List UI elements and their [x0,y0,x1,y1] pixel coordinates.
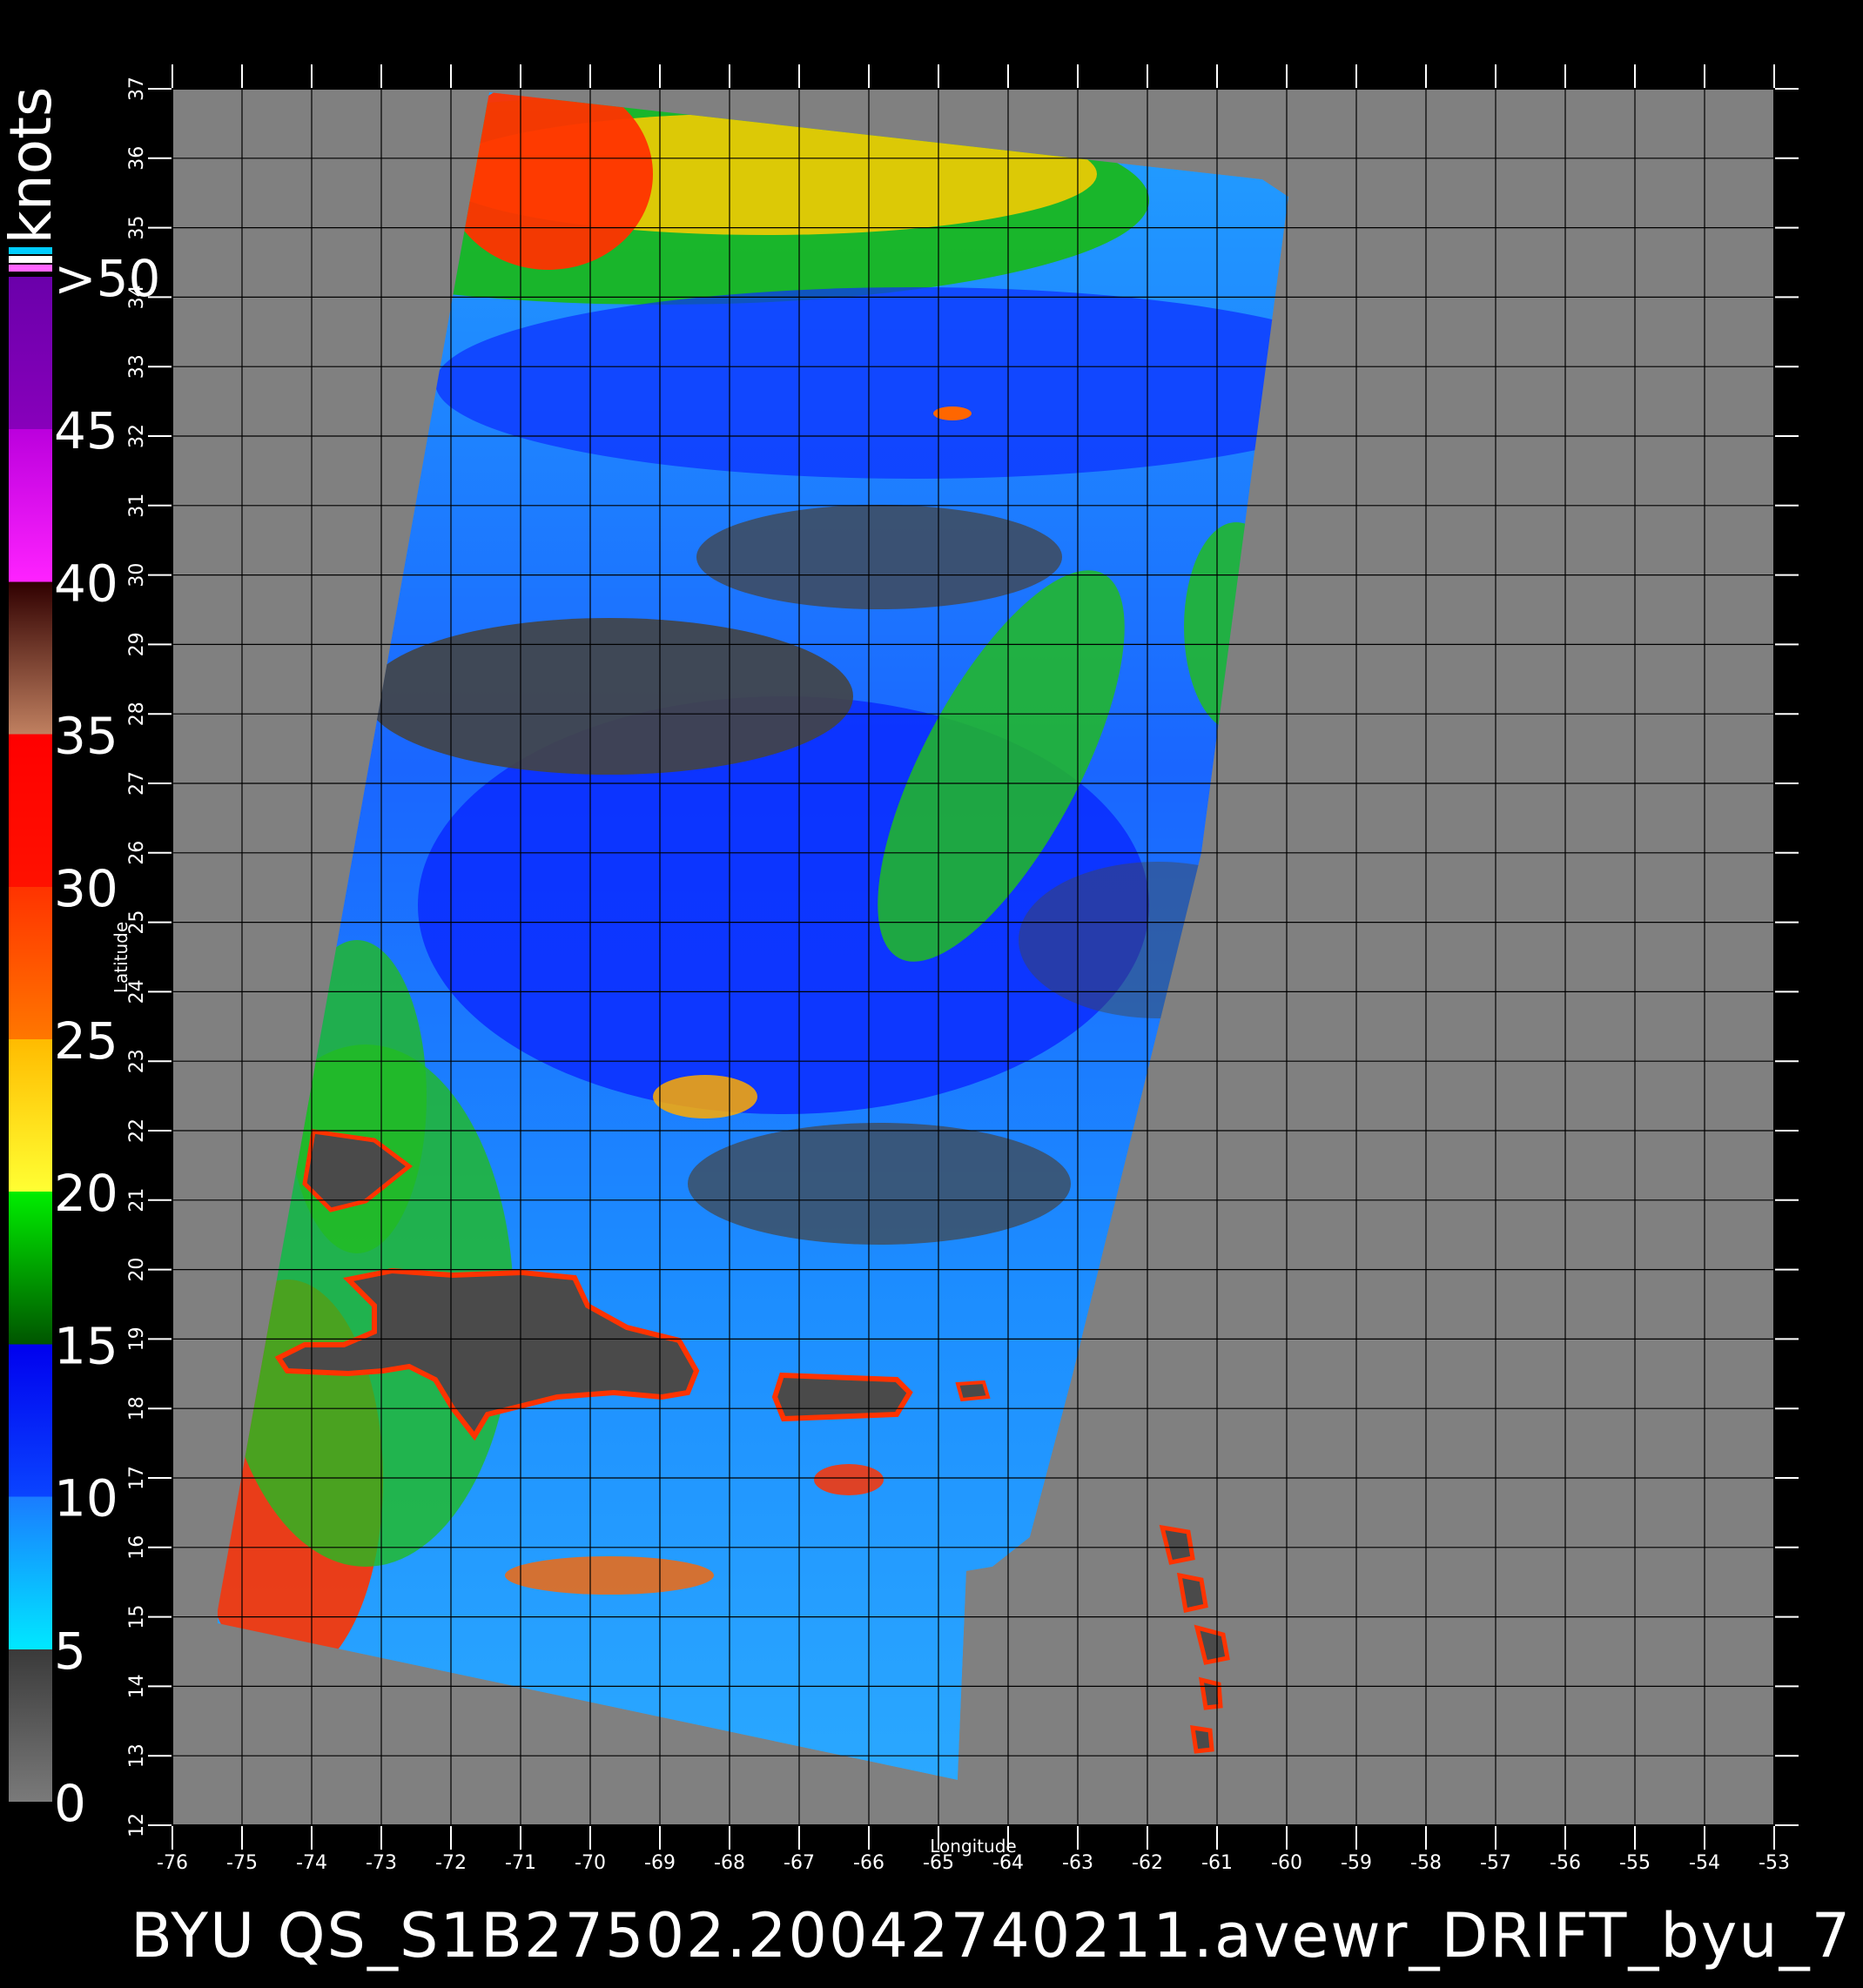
x-tick-label: -73 [366,1852,397,1874]
virgin-islands [955,1380,991,1402]
calm-band-mid [696,505,1062,609]
y-tick-label: 35 [126,216,148,240]
x-tick-label: -71 [505,1852,536,1874]
y-tick-label: 23 [126,1049,148,1073]
wind-map-figure: -76 -75 -74 -73 -72 -71 -70 -69 -68 -67 -66 -65 -64-… [0,0,1863,1985]
deep-blue-north [435,287,1288,479]
x-tick-label: -75 [226,1852,258,1874]
x-tick-label: -68 [714,1852,745,1874]
legend-overflow-swatch-3 [9,265,52,272]
y-tick-label: 26 [126,841,148,865]
legend-label: 25 [54,1011,118,1071]
map-svg: -76 -75 -74 -73 -72 -71 -70 -69 -68 -67 -66 -65 -64-… [0,64,1852,1971]
y-tick-label: 32 [126,424,148,448]
x-axis-title: Longitude [930,1836,1016,1857]
y-tick-label: 33 [126,354,148,379]
x-tick-label: -53 [1759,1852,1790,1874]
legend-label: 20 [54,1164,118,1223]
y-tick-label: 20 [126,1258,148,1282]
y-tick-label: 29 [126,632,148,656]
y-tick-label: 28 [126,702,148,726]
legend-label: 5 [54,1622,86,1681]
y-tick-label: 15 [126,1605,148,1629]
y-tick-label: 14 [126,1674,148,1698]
x-tick-label: -72 [435,1852,467,1874]
footer-title: BYU QS_S1B27502.20042740211.avewr_DRIFT_… [131,1900,1852,1971]
lesser-antilles-st-vincent [1190,1725,1214,1754]
squall-gulf [653,1075,757,1118]
legend-label: 10 [54,1469,118,1528]
legend-overflow-swatch-2 [9,256,52,263]
x-tick-label: -54 [1689,1852,1720,1874]
x-tick-label: -63 [1062,1852,1093,1874]
legend-label: 15 [54,1316,118,1375]
y-tick-label: 21 [126,1188,148,1212]
legend-color-bar [9,277,52,1802]
y-tick-label: 36 [126,146,148,171]
legend-label: 40 [54,554,118,613]
x-tick-label: -60 [1271,1852,1302,1874]
x-tick-label: -56 [1550,1852,1581,1874]
y-tick-label: 12 [126,1813,148,1837]
y-axis-title: Latitude [111,922,131,993]
x-tick-label: -55 [1619,1852,1651,1874]
y-tick-label: 18 [126,1396,148,1420]
y-tick-label: 19 [126,1326,148,1351]
legend-labels: 0 5 10 15 20 25 30 35 40 45 >50 [54,249,160,1833]
x-tick-label: -58 [1410,1852,1442,1874]
x-tick-label: -61 [1201,1852,1233,1874]
y-tick-label: 31 [126,494,148,518]
puerto-rico-land [771,1372,913,1422]
lesser-antilles-st-lucia [1198,1676,1223,1710]
legend-unit-label: knots [0,87,64,245]
legend-label: 0 [54,1774,86,1833]
calm-band-west [366,618,853,775]
x-tick-label: -57 [1480,1852,1511,1874]
y-tick-label: 30 [126,563,148,588]
calm-patch-central [688,1123,1071,1245]
x-tick-label: -67 [784,1852,815,1874]
lesser-antilles-dominica [1176,1572,1208,1613]
squall-line-south [505,1556,714,1595]
legend-label: 30 [54,859,118,918]
y-tick-label: 13 [126,1743,148,1768]
legend-label: >50 [54,249,160,308]
legend-label: 45 [54,401,118,460]
legend-overflow-swatch-1 [9,247,52,254]
x-tick-label: -59 [1341,1852,1372,1874]
legend-label: 35 [54,707,118,766]
color-legend: knots 0 5 10 15 20 25 30 35 40 45 >50 [0,87,160,1833]
y-tick-label: 22 [126,1118,148,1143]
y-tick-label: 37 [126,77,148,101]
x-tick-label: -69 [644,1852,676,1874]
x-tick-label: -74 [296,1852,327,1874]
x-tick-label: -76 [157,1852,188,1874]
y-tick-label: 17 [126,1466,148,1490]
y-tick-label: 16 [126,1535,148,1560]
y-tick-label: 27 [126,771,148,796]
x-tick-label: -70 [575,1852,606,1874]
x-tick-label: -66 [853,1852,884,1874]
squall-south-2 [814,1464,884,1495]
x-tick-label: -62 [1132,1852,1163,1874]
